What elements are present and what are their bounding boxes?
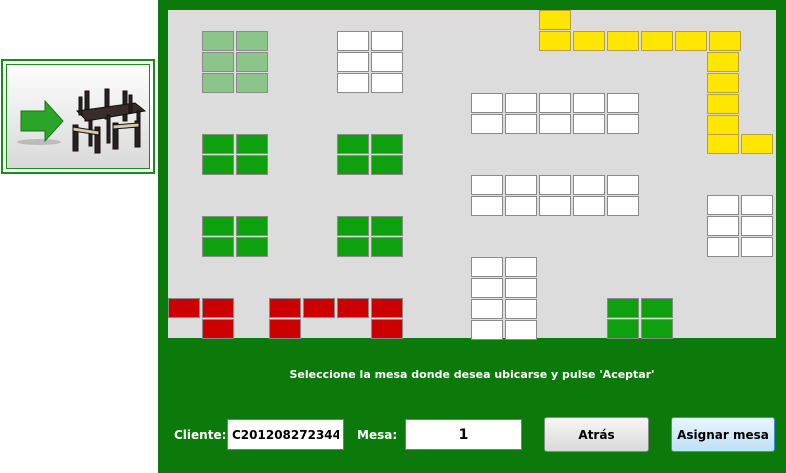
instruction-message: Seleccione la mesa donde desea ubicarse … (289, 368, 655, 381)
bar-cell[interactable] (573, 31, 605, 51)
bar-cell[interactable] (607, 31, 639, 51)
table-cell-free[interactable] (505, 257, 537, 277)
table-cell-available[interactable] (337, 237, 369, 257)
table-cell-selected[interactable] (202, 52, 234, 72)
table-cell-available[interactable] (202, 216, 234, 236)
table-cell-occupied[interactable] (269, 298, 301, 318)
table-cell-occupied[interactable] (202, 298, 234, 318)
table-cell-occupied[interactable] (269, 319, 301, 339)
table-cell-available[interactable] (641, 319, 673, 339)
table-cell-free[interactable] (471, 196, 503, 216)
select-table-button[interactable] (1, 59, 155, 174)
table-cell-free[interactable] (573, 175, 605, 195)
cliente-field[interactable] (227, 419, 344, 450)
table-cell-free[interactable] (471, 257, 503, 277)
table-cell-free[interactable] (607, 114, 639, 134)
table-cell-free[interactable] (337, 73, 369, 93)
table-cell-available[interactable] (202, 134, 234, 154)
table-cell-selected[interactable] (236, 52, 268, 72)
table-cell-free[interactable] (471, 175, 503, 195)
table-cell-free[interactable] (607, 196, 639, 216)
table-cell-free[interactable] (371, 52, 403, 72)
table-cell-free[interactable] (539, 114, 571, 134)
table-cell-free[interactable] (539, 93, 571, 113)
bar-cell[interactable] (707, 134, 739, 154)
table-cell-available[interactable] (371, 237, 403, 257)
bar-cell[interactable] (707, 52, 739, 72)
table-cell-free[interactable] (607, 93, 639, 113)
table-cell-available[interactable] (641, 298, 673, 318)
table-cell-free[interactable] (337, 52, 369, 72)
table-cell-free[interactable] (573, 196, 605, 216)
bar-cell[interactable] (707, 115, 739, 135)
bar-cell[interactable] (741, 134, 773, 154)
table-cell-free[interactable] (505, 196, 537, 216)
select-table-button-face (6, 64, 150, 169)
bar-cell[interactable] (641, 31, 673, 51)
table-cell-free[interactable] (505, 175, 537, 195)
table-cell-occupied[interactable] (202, 319, 234, 339)
table-cell-free[interactable] (505, 320, 537, 340)
table-cell-available[interactable] (607, 298, 639, 318)
table-cell-available[interactable] (371, 155, 403, 175)
bar-cell[interactable] (707, 94, 739, 114)
bar-cell[interactable] (675, 31, 707, 51)
table-cell-selected[interactable] (236, 31, 268, 51)
table-cell-available[interactable] (236, 216, 268, 236)
table-cell-available[interactable] (371, 134, 403, 154)
table-cell-free[interactable] (505, 114, 537, 134)
table-cell-available[interactable] (202, 237, 234, 257)
table-cell-free[interactable] (741, 195, 773, 215)
table-cell-available[interactable] (202, 155, 234, 175)
table-cell-occupied[interactable] (337, 298, 369, 318)
table-cell-free[interactable] (539, 196, 571, 216)
table-cell-available[interactable] (371, 216, 403, 236)
table-cell-available[interactable] (607, 319, 639, 339)
arrow-right-icon (20, 99, 64, 143)
table-cell-available[interactable] (236, 237, 268, 257)
table-cell-free[interactable] (471, 278, 503, 298)
table-cell-free[interactable] (471, 93, 503, 113)
bar-cell[interactable] (707, 73, 739, 93)
bar-cell[interactable] (539, 10, 571, 30)
table-cell-available[interactable] (236, 134, 268, 154)
table-cell-free[interactable] (573, 93, 605, 113)
cliente-label: Cliente: (174, 428, 227, 442)
table-cell-available[interactable] (337, 216, 369, 236)
table-cell-free[interactable] (707, 216, 739, 236)
table-cell-free[interactable] (573, 114, 605, 134)
bar-cell[interactable] (709, 31, 741, 51)
back-button[interactable]: Atrás (544, 417, 649, 452)
table-cell-free[interactable] (337, 31, 369, 51)
assign-table-button[interactable]: Asignar mesa (671, 417, 775, 452)
table-cell-occupied[interactable] (371, 319, 403, 339)
table-cell-occupied[interactable] (371, 298, 403, 318)
mesa-label: Mesa: (357, 428, 398, 442)
table-cell-selected[interactable] (236, 73, 268, 93)
table-cell-available[interactable] (236, 155, 268, 175)
table-cell-free[interactable] (741, 216, 773, 236)
table-cell-available[interactable] (337, 134, 369, 154)
dining-table-icon (72, 88, 147, 154)
table-cell-available[interactable] (337, 155, 369, 175)
table-cell-free[interactable] (505, 299, 537, 319)
table-cell-selected[interactable] (202, 73, 234, 93)
table-cell-free[interactable] (607, 175, 639, 195)
table-cell-selected[interactable] (202, 31, 234, 51)
table-cell-free[interactable] (539, 175, 571, 195)
table-cell-free[interactable] (505, 93, 537, 113)
table-cell-free[interactable] (505, 278, 537, 298)
table-cell-free[interactable] (471, 299, 503, 319)
table-cell-free[interactable] (707, 237, 739, 257)
table-cell-free[interactable] (371, 73, 403, 93)
table-cell-free[interactable] (371, 31, 403, 51)
table-cell-occupied[interactable] (168, 298, 200, 318)
table-cell-free[interactable] (707, 195, 739, 215)
table-cell-free[interactable] (471, 114, 503, 134)
bar-cell[interactable] (539, 31, 571, 51)
table-cell-occupied[interactable] (303, 298, 335, 318)
table-cell-free[interactable] (471, 320, 503, 340)
table-cell-free[interactable] (741, 237, 773, 257)
mesa-field[interactable] (405, 419, 522, 450)
